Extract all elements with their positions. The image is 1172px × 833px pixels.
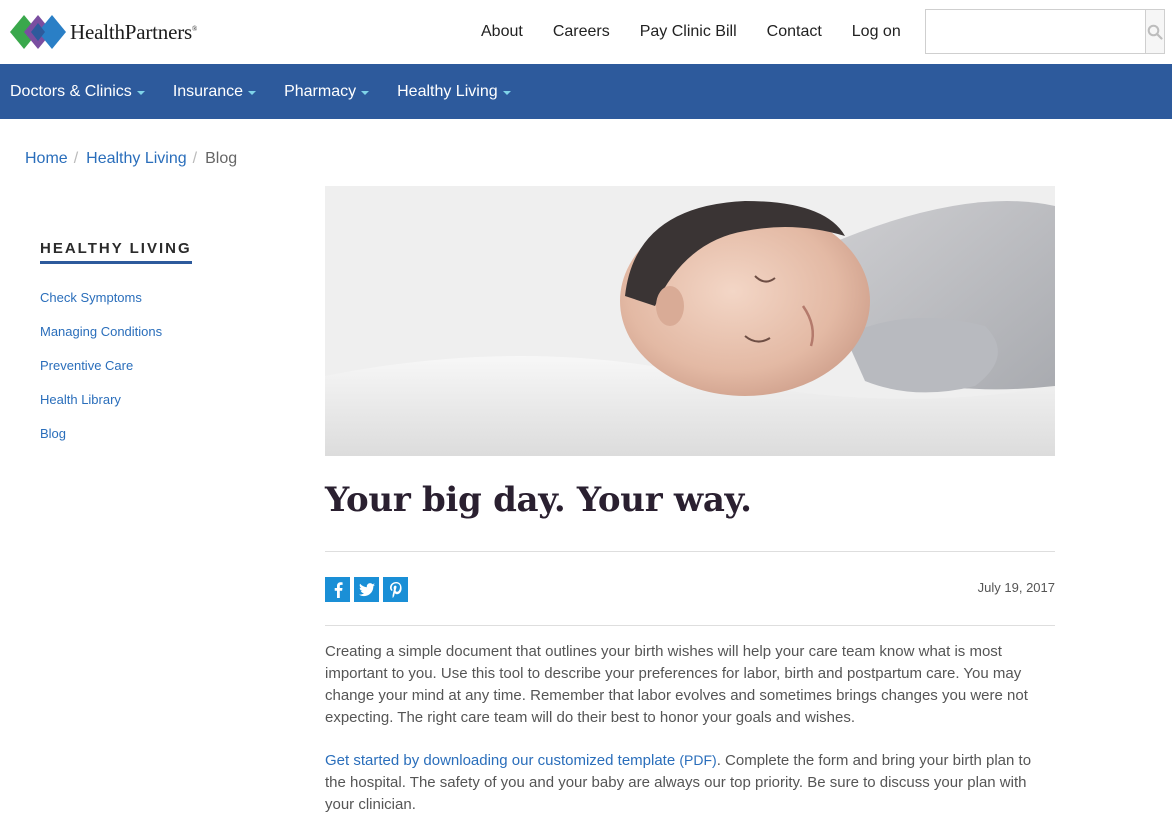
pdf-label: (PDF) xyxy=(679,752,717,768)
top-nav-contact[interactable]: Contact xyxy=(752,0,837,64)
breadcrumb-healthy-living[interactable]: Healthy Living xyxy=(86,150,187,168)
pinterest-icon[interactable] xyxy=(383,577,408,602)
sidebar-list: Check Symptoms Managing Conditions Preve… xyxy=(40,290,260,441)
main-nav-label: Healthy Living xyxy=(397,82,498,100)
chevron-down-icon xyxy=(248,90,257,95)
download-template-link[interactable]: Get started by downloading our customize… xyxy=(325,752,675,769)
top-nav-log-on[interactable]: Log on xyxy=(837,0,916,64)
sidebar-link-check-symptoms[interactable]: Check Symptoms xyxy=(40,290,142,305)
social-share xyxy=(325,577,408,602)
divider xyxy=(325,625,1055,626)
top-nav-careers[interactable]: Careers xyxy=(538,0,625,64)
breadcrumb-separator: / xyxy=(192,150,198,167)
chevron-down-icon xyxy=(136,90,145,95)
logo-text: HealthPartners® xyxy=(70,19,198,44)
twitter-icon[interactable] xyxy=(354,577,379,602)
sidebar-link-blog[interactable]: Blog xyxy=(40,426,66,441)
sidebar: HEALTHY LIVING Check Symptoms Managing C… xyxy=(40,240,260,460)
sidebar-title: HEALTHY LIVING xyxy=(40,240,192,264)
sidebar-link-managing-conditions[interactable]: Managing Conditions xyxy=(40,324,162,339)
top-header: HealthPartners® About Careers Pay Clinic… xyxy=(0,0,1172,64)
main-nav-label: Doctors & Clinics xyxy=(10,82,132,100)
top-nav: About Careers Pay Clinic Bill Contact Lo… xyxy=(466,0,916,64)
logo[interactable]: HealthPartners® xyxy=(10,13,197,51)
chevron-down-icon xyxy=(502,90,511,95)
breadcrumb: Home / Healthy Living / Blog xyxy=(25,150,237,168)
article-date: July 19, 2017 xyxy=(977,580,1055,595)
divider xyxy=(325,551,1055,552)
top-nav-about[interactable]: About xyxy=(466,0,538,64)
logo-icon xyxy=(10,13,66,51)
sidebar-link-preventive-care[interactable]: Preventive Care xyxy=(40,358,133,373)
search-box xyxy=(925,9,1165,54)
sidebar-item: Health Library xyxy=(40,392,260,407)
breadcrumb-home[interactable]: Home xyxy=(25,150,68,168)
search-input[interactable] xyxy=(926,10,1145,53)
main-nav-insurance[interactable]: Insurance xyxy=(163,83,266,101)
search-icon xyxy=(1147,24,1163,40)
top-nav-pay-clinic-bill[interactable]: Pay Clinic Bill xyxy=(625,0,752,64)
main-nav-label: Pharmacy xyxy=(284,82,357,100)
sidebar-item: Managing Conditions xyxy=(40,324,260,339)
sidebar-link-health-library[interactable]: Health Library xyxy=(40,392,121,407)
chevron-down-icon xyxy=(361,90,370,95)
sidebar-item: Blog xyxy=(40,426,260,441)
main-nav-doctors-clinics[interactable]: Doctors & Clinics xyxy=(0,83,155,101)
article-paragraph: Creating a simple document that outlines… xyxy=(325,643,1028,726)
search-button[interactable] xyxy=(1145,10,1164,53)
hero-image xyxy=(325,186,1055,456)
main-nav-label: Insurance xyxy=(172,82,244,100)
main-nav: Doctors & Clinics Insurance Pharmacy Hea… xyxy=(0,64,1172,119)
sidebar-item: Check Symptoms xyxy=(40,290,260,305)
article-paragraph: Get started by downloading our customize… xyxy=(325,749,1055,816)
article-title: Your big day. Your way. xyxy=(325,480,752,520)
breadcrumb-current: Blog xyxy=(205,150,238,167)
facebook-icon[interactable] xyxy=(325,577,350,602)
main-nav-healthy-living[interactable]: Healthy Living xyxy=(387,83,521,101)
breadcrumb-separator: / xyxy=(73,150,79,167)
main-nav-pharmacy[interactable]: Pharmacy xyxy=(274,83,379,101)
sidebar-item: Preventive Care xyxy=(40,358,260,373)
